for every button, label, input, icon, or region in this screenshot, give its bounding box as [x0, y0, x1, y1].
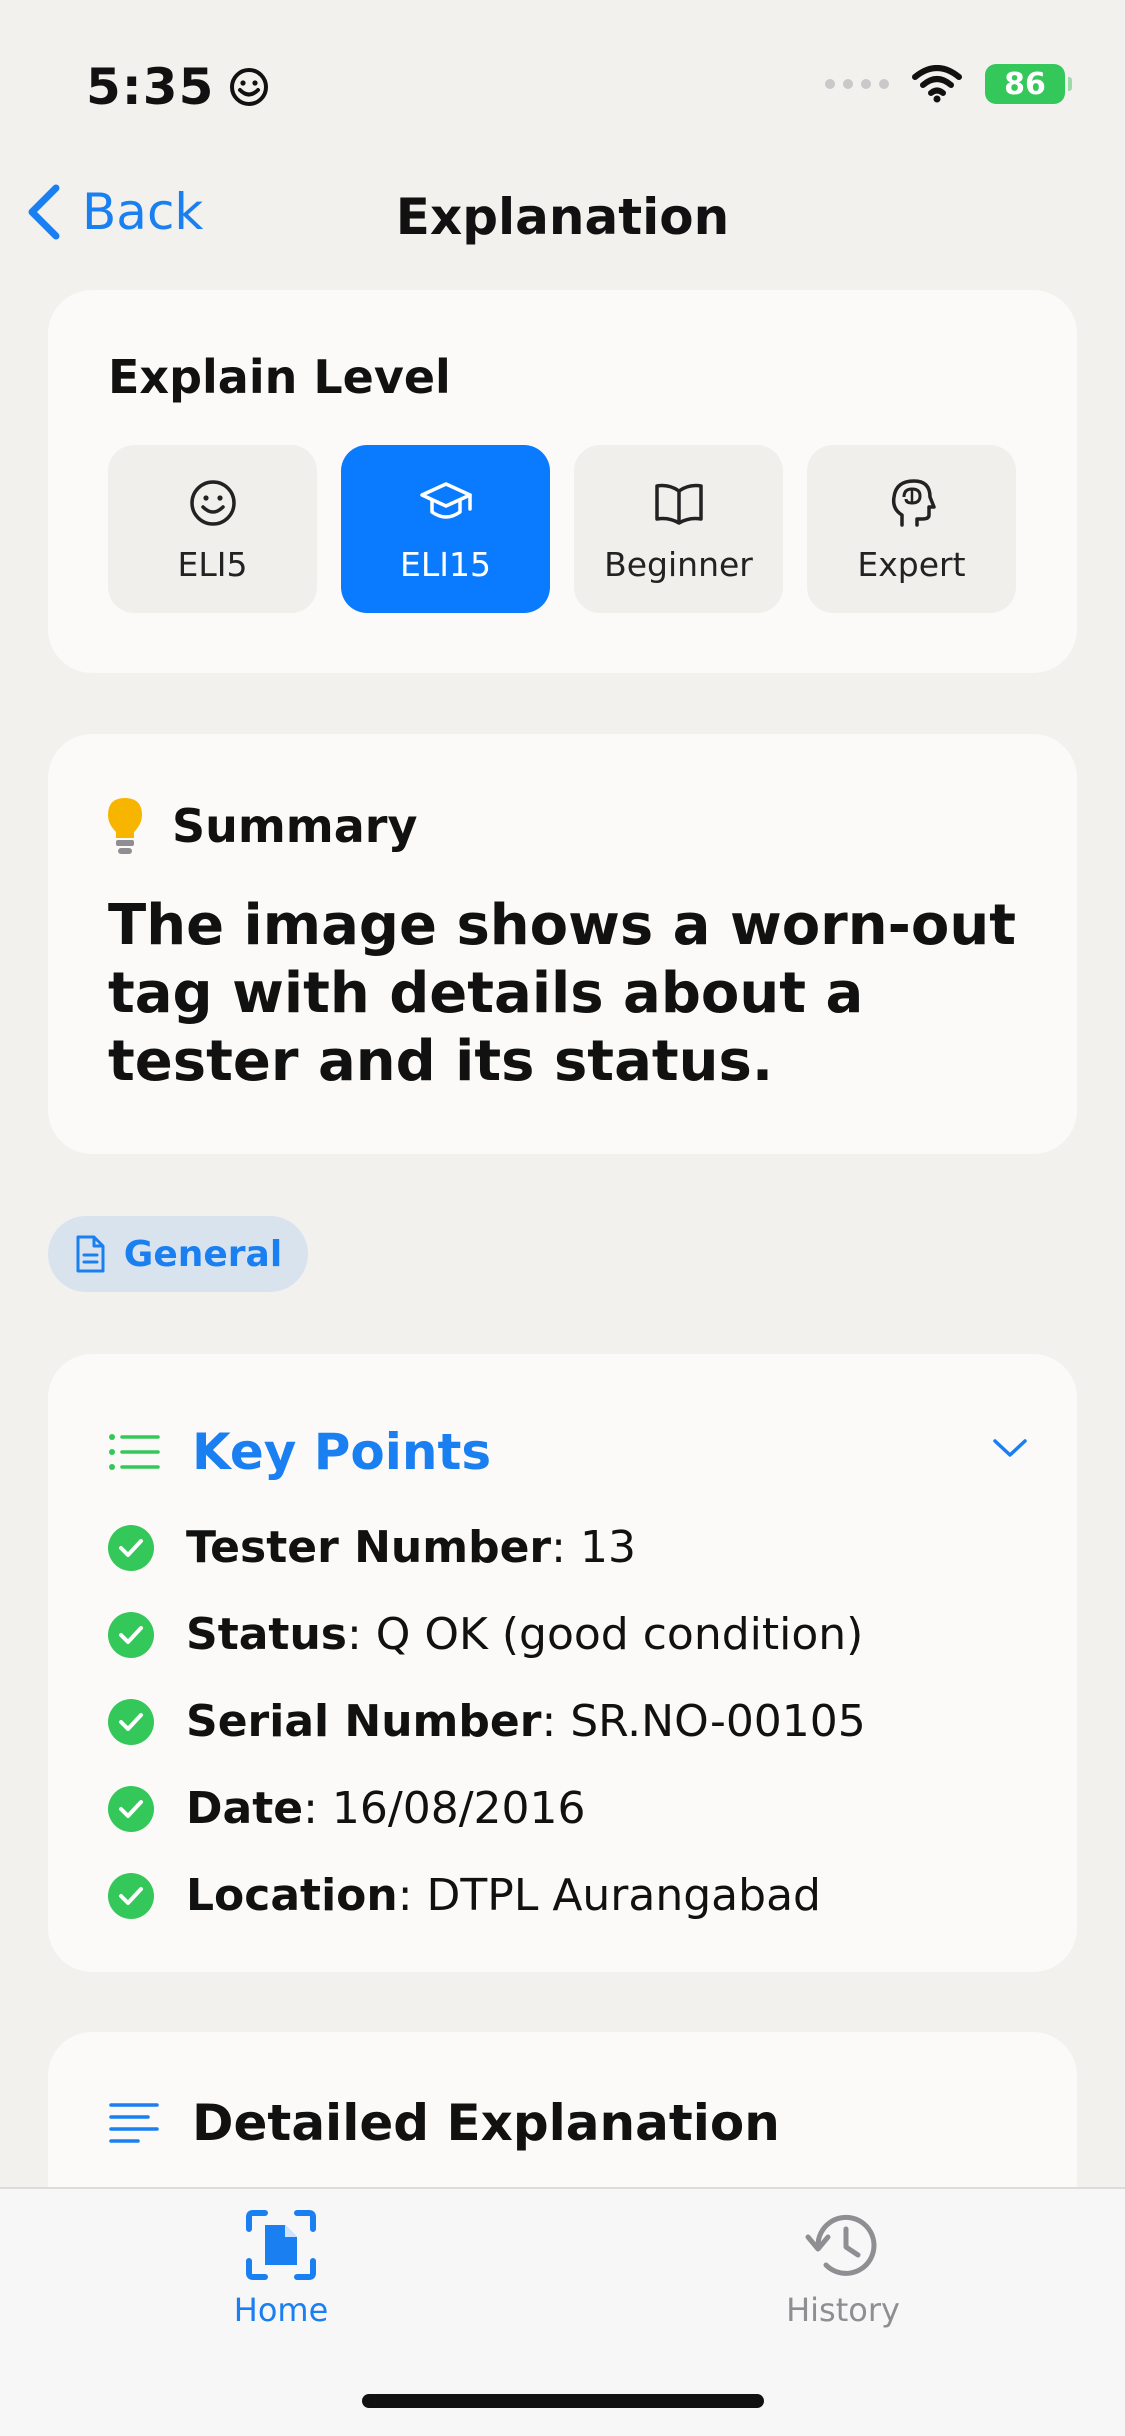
tab-home[interactable]: Home — [181, 2209, 381, 2329]
status-bar: 5:35 86 — [0, 0, 1125, 170]
chevron-down-icon[interactable] — [992, 1436, 1028, 1460]
list-icon — [109, 1434, 160, 1470]
history-clock-icon — [805, 2214, 877, 2276]
key-points-card: Key Points Tester Number: 13 Status: Q O… — [48, 1354, 1077, 1972]
level-option-expert[interactable]: Expert — [807, 445, 1016, 613]
smiley-status-icon — [230, 68, 269, 106]
list-item: Location: DTPL Aurangabad — [108, 1852, 866, 1939]
level-label: Expert — [857, 544, 966, 584]
key-point-label: Serial Number — [186, 1696, 542, 1747]
document-icon — [76, 1235, 105, 1273]
key-point-text: Location: DTPL Aurangabad — [186, 1870, 821, 1921]
level-label: ELI15 — [400, 544, 491, 584]
summary-text: The image shows a worn-out tag with deta… — [108, 893, 1017, 1094]
detailed-explanation-header: Detailed Explanation — [108, 2094, 780, 2152]
status-time-group: 5:35 — [86, 58, 270, 116]
checkmark-icon — [108, 1524, 154, 1571]
key-point-label: Date — [186, 1783, 304, 1834]
battery-icon: 86 — [985, 64, 1072, 104]
list-item: Tester Number: 13 — [108, 1504, 866, 1591]
key-points-heading: Key Points — [192, 1423, 492, 1481]
category-tag[interactable]: General — [48, 1216, 308, 1292]
checkmark-icon — [108, 1785, 154, 1832]
text-align-left-icon — [109, 2103, 159, 2143]
home-indicator — [362, 2394, 764, 2408]
cellular-signal-icon — [825, 79, 889, 89]
level-option-eli5[interactable]: ELI5 — [108, 445, 317, 613]
checkmark-icon — [108, 1872, 154, 1919]
level-label: Beginner — [604, 544, 753, 584]
key-point-text: Status: Q OK (good condition) — [186, 1609, 863, 1660]
list-item: Status: Q OK (good condition) — [108, 1591, 866, 1678]
smiley-icon — [189, 479, 236, 526]
status-indicators: 86 — [825, 64, 1072, 104]
key-point-text: Tester Number: 13 — [186, 1522, 636, 1573]
lightbulb-icon — [108, 798, 142, 854]
key-point-text: Serial Number: SR.NO-00105 — [186, 1696, 866, 1747]
level-option-eli15[interactable]: ELI15 — [341, 445, 550, 613]
navigation-bar: Back Explanation — [0, 170, 1125, 270]
brain-head-icon — [891, 478, 936, 527]
summary-card: Summary The image shows a worn-out tag w… — [48, 734, 1077, 1154]
key-point-value: : 16/08/2016 — [303, 1783, 586, 1834]
level-label: ELI5 — [177, 544, 248, 584]
key-point-value: : SR.NO-00105 — [541, 1696, 866, 1747]
key-point-text: Date: 16/08/2016 — [186, 1783, 586, 1834]
key-point-value: : Q OK (good condition) — [346, 1609, 864, 1660]
detailed-explanation-heading: Detailed Explanation — [192, 2094, 780, 2152]
summary-header: Summary — [104, 796, 417, 856]
level-option-beginner[interactable]: Beginner — [574, 445, 783, 613]
book-icon — [654, 483, 703, 525]
key-point-label: Tester Number — [186, 1522, 552, 1573]
tab-home-label: Home — [233, 2291, 329, 2329]
page-title: Explanation — [395, 188, 730, 246]
explain-level-heading: Explain Level — [108, 350, 451, 404]
list-item: Date: 16/08/2016 — [108, 1765, 866, 1852]
battery-level: 86 — [1004, 66, 1046, 102]
wifi-icon — [912, 65, 962, 103]
checkmark-icon — [108, 1611, 154, 1658]
key-points-header[interactable]: Key Points — [108, 1414, 1028, 1490]
list-item: Serial Number: SR.NO-00105 — [108, 1678, 866, 1765]
level-selector: ELI5 ELI15 Beginner Expert — [108, 445, 1016, 613]
key-point-value: : DTPL Aurangabad — [397, 1870, 821, 1921]
tab-history-label: History — [786, 2291, 900, 2329]
graduation-cap-icon — [419, 481, 472, 519]
tab-history[interactable]: History — [743, 2209, 943, 2329]
status-time: 5:35 — [86, 58, 215, 116]
category-tag-label: General — [123, 1233, 283, 1275]
key-point-label: Status — [186, 1609, 347, 1660]
key-points-list: Tester Number: 13 Status: Q OK (good con… — [108, 1504, 866, 1939]
checkmark-icon — [108, 1698, 154, 1745]
key-point-label: Location — [186, 1870, 398, 1921]
document-scan-icon — [246, 2210, 316, 2280]
summary-heading: Summary — [172, 799, 418, 853]
key-point-value: : 13 — [551, 1522, 636, 1573]
explain-level-card: Explain Level ELI5 ELI15 Beginner Expert — [48, 290, 1077, 673]
